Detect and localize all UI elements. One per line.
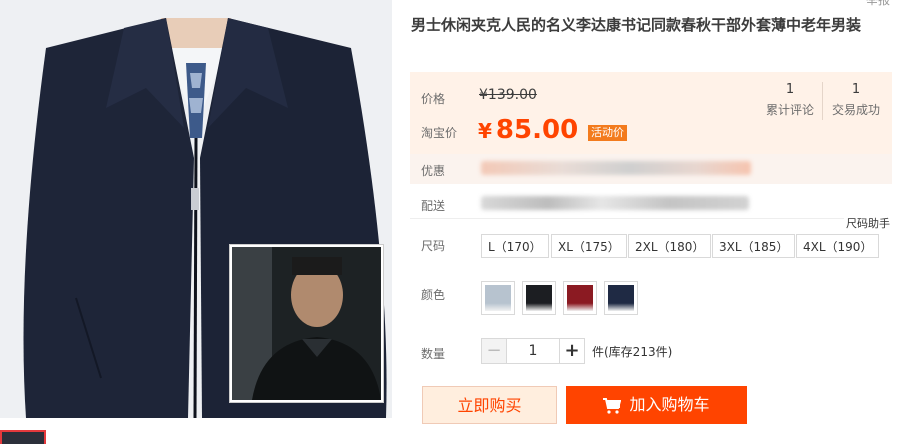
size-helper-link[interactable]: 尺码助手 bbox=[844, 215, 892, 231]
color-option-black[interactable] bbox=[522, 281, 556, 315]
sales-count[interactable]: 1 交易成功 bbox=[828, 82, 884, 118]
discount-blurred-content bbox=[481, 161, 751, 175]
stock-info: 件(库存213件) bbox=[592, 345, 673, 359]
report-link[interactable]: 举报 bbox=[866, 0, 890, 8]
quantity-increase-button[interactable]: + bbox=[559, 338, 585, 364]
buy-now-button[interactable]: 立即购买 bbox=[422, 386, 557, 424]
quantity-decrease-button[interactable]: − bbox=[481, 338, 507, 364]
stat-divider bbox=[822, 82, 823, 120]
size-option-2xl[interactable]: 2XL（180） bbox=[628, 234, 712, 258]
color-option-gray[interactable] bbox=[481, 281, 515, 315]
product-title: 男士休闲夹克人民的名义李达康书记同款春秋干部外套薄中老年男装 bbox=[411, 16, 862, 34]
quantity-input[interactable] bbox=[507, 338, 559, 364]
product-main-image bbox=[0, 0, 392, 418]
thumbnail-selected[interactable] bbox=[0, 430, 46, 444]
promo-badge: 活动价 bbox=[588, 125, 627, 141]
cart-icon bbox=[603, 397, 622, 414]
size-option-4xl[interactable]: 4XL（190） bbox=[796, 234, 880, 258]
color-label: 颜色 bbox=[421, 288, 446, 302]
discount-label: 优惠 bbox=[421, 164, 446, 178]
quantity-label: 数量 bbox=[421, 347, 446, 361]
color-option-red[interactable] bbox=[563, 281, 597, 315]
current-price: ¥85.00 bbox=[478, 115, 579, 145]
original-price: ¥139.00 bbox=[479, 87, 537, 103]
promo-price-label: 淘宝价 bbox=[421, 126, 458, 140]
size-option-3xl[interactable]: 3XL（185） bbox=[712, 234, 796, 258]
size-option-xl[interactable]: XL（175） bbox=[551, 234, 627, 258]
review-count[interactable]: 1 累计评论 bbox=[762, 82, 818, 118]
delivery-label: 配送 bbox=[421, 199, 446, 213]
delivery-blurred-content bbox=[481, 196, 749, 210]
size-option-l[interactable]: L（170） bbox=[481, 234, 549, 258]
section-divider bbox=[410, 218, 892, 219]
add-to-cart-button[interactable]: 加入购物车 bbox=[566, 386, 747, 424]
color-option-navy[interactable] bbox=[604, 281, 638, 315]
actor-photo-inset bbox=[230, 245, 383, 402]
price-label: 价格 bbox=[421, 92, 446, 106]
size-label: 尺码 bbox=[421, 239, 446, 253]
